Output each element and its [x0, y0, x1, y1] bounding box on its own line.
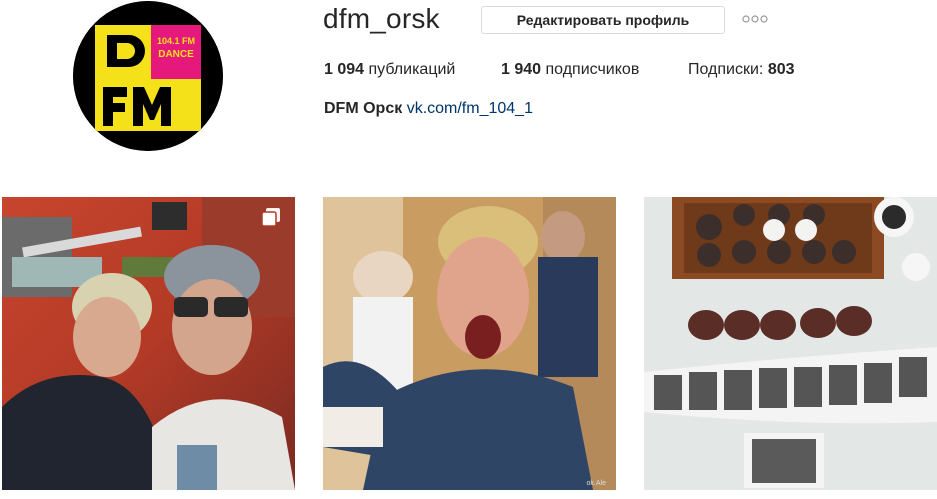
post-thumbnail-2[interactable]: ok.Ale	[323, 197, 616, 490]
logo-frequency: 104.1 FM	[157, 36, 195, 46]
profile-website-link[interactable]: vk.com/fm_104_1	[407, 100, 533, 117]
post-thumbnail-3[interactable]	[644, 197, 937, 490]
profile-username: dfm_orsk	[323, 3, 440, 34]
posts-count: 1 094	[324, 61, 365, 78]
posts-stat: 1 094 публикаций	[324, 61, 455, 79]
post-thumbnail-1[interactable]	[2, 197, 295, 490]
logo-genre: DANCE	[158, 49, 194, 60]
post-image-tea-and-photos	[644, 197, 937, 490]
post-image-event-portrait: ok.Ale	[323, 197, 616, 490]
photo-watermark: ok.Ale	[587, 480, 607, 487]
profile-bio: DFM Орск vk.com/fm_104_1	[324, 100, 533, 118]
ellipsis-icon[interactable]	[742, 14, 768, 24]
following-count: 803	[767, 61, 795, 78]
edit-profile-button[interactable]: Редактировать профиль	[481, 6, 725, 34]
following-label: Подписки:	[688, 61, 764, 78]
followers-stat[interactable]: 1 940 подписчиков	[501, 61, 639, 79]
profile-full-name: DFM Орск	[324, 100, 403, 117]
profile-avatar[interactable]: 104.1 FM DANCE	[73, 1, 223, 151]
posts-label: публикаций	[368, 61, 456, 78]
post-image-studio-selfie	[2, 197, 295, 490]
followers-count: 1 940	[501, 61, 542, 78]
dfm-logo: 104.1 FM DANCE	[73, 1, 223, 151]
following-stat[interactable]: Подписки: 803	[688, 61, 795, 79]
followers-label: подписчиков	[545, 61, 640, 78]
multiple-photos-icon	[261, 208, 280, 227]
